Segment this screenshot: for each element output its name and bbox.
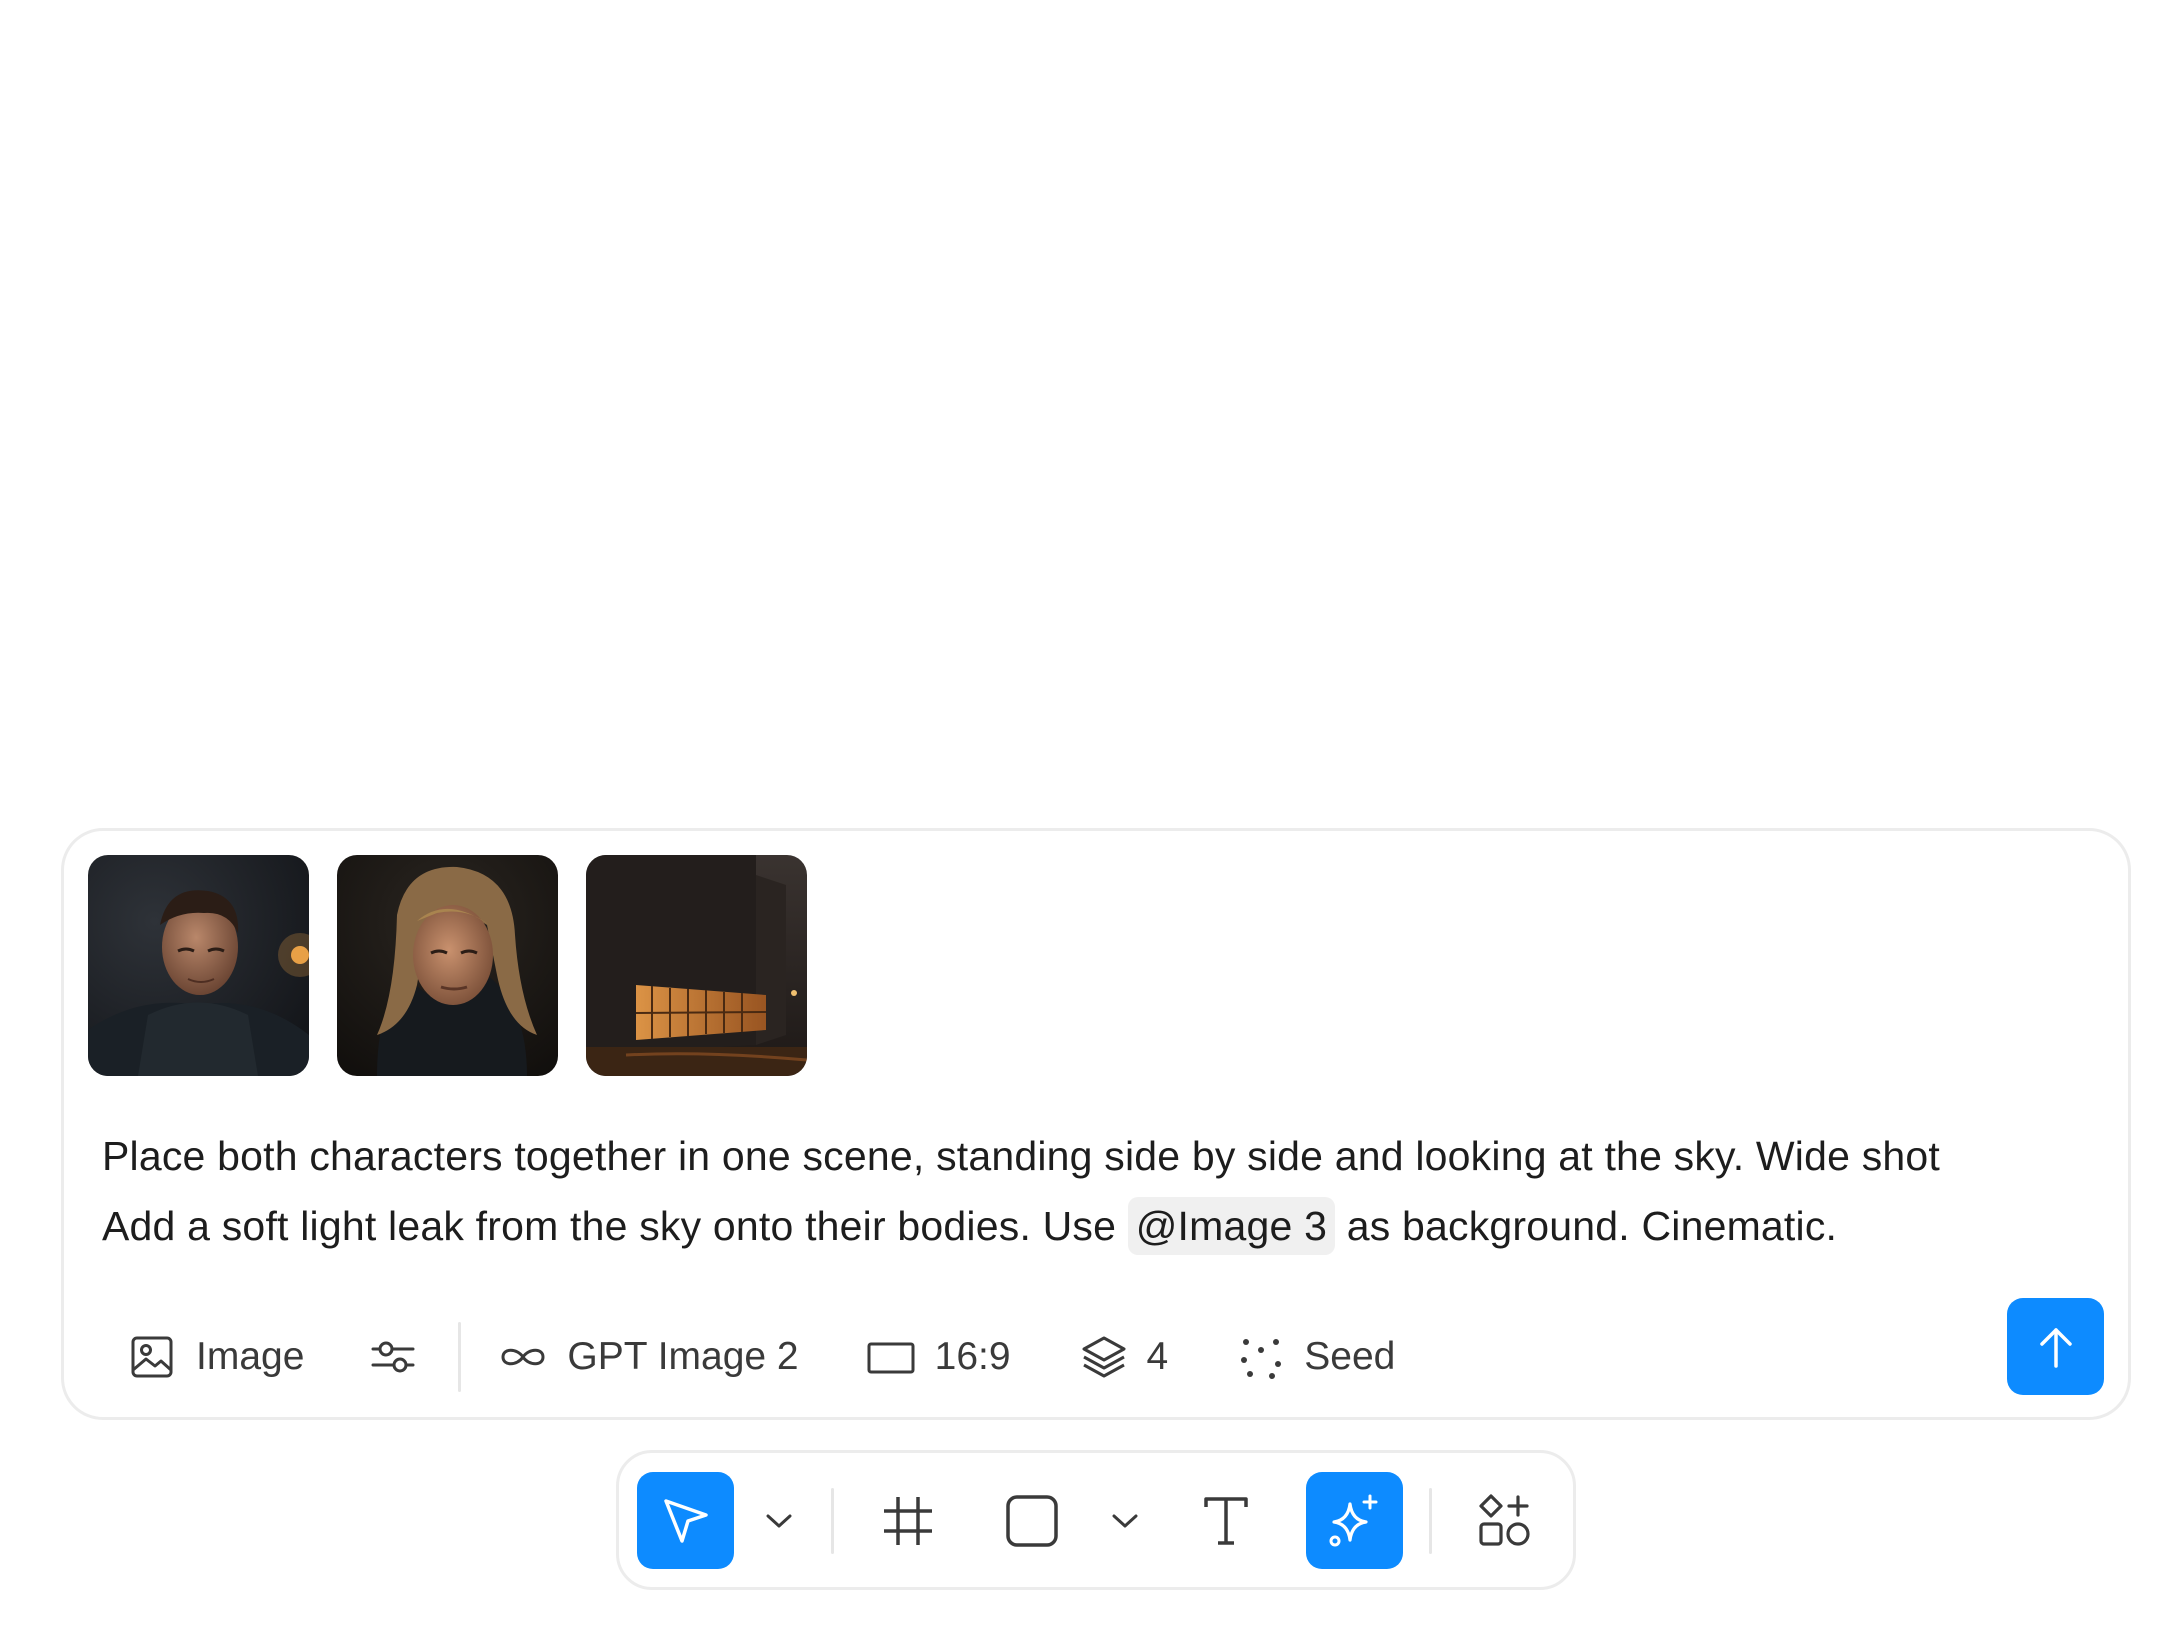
attachment-image-3[interactable] (586, 855, 807, 1076)
image-icon (131, 1336, 173, 1378)
image-mention-chip[interactable]: @Image 3 (1127, 1197, 1336, 1255)
text-icon (1203, 1496, 1248, 1545)
send-button[interactable] (2007, 1298, 2104, 1395)
toolbar-divider (1429, 1488, 1432, 1554)
generation-options: Image GPT Image 2 16:9 4 Seed (112, 1307, 1395, 1407)
image-count-label: 4 (1146, 1335, 1169, 1378)
man-portrait-image (88, 855, 309, 1076)
frame-tool-button[interactable] (859, 1472, 956, 1569)
infinity-icon (501, 1348, 545, 1366)
prompt-line-2: Add a soft light leak from the sky onto … (102, 1191, 2112, 1261)
options-divider (458, 1322, 462, 1392)
image-count-select[interactable]: 4 (1079, 1317, 1169, 1397)
select-tool-button[interactable] (637, 1472, 734, 1569)
rectangle-icon (867, 1342, 915, 1374)
sparkle-icon (1329, 1494, 1377, 1546)
cursor-icon (663, 1498, 708, 1543)
chevron-down-icon (766, 1514, 792, 1527)
model-label: GPT Image 2 (567, 1335, 799, 1378)
dots-icon (1241, 1339, 1282, 1379)
prompt-line-1: Place both characters together in one sc… (102, 1133, 1940, 1179)
attachment-thumbnails (88, 855, 807, 1076)
shape-tool-button[interactable] (983, 1472, 1080, 1569)
prompt-text-segment: Add a soft light leak from the sky onto … (102, 1203, 1128, 1249)
image-option-label: Image (196, 1335, 305, 1378)
chevron-down-icon (1112, 1514, 1138, 1527)
canvas[interactable]: Place both characters together in one sc… (0, 0, 2181, 1634)
prompt-panel: Place both characters together in one sc… (61, 828, 2131, 1420)
seed-label: Seed (1304, 1335, 1396, 1378)
layers-icon (1082, 1336, 1126, 1378)
prompt-input[interactable]: Place both characters together in one sc… (102, 1121, 2112, 1261)
model-select[interactable]: GPT Image 2 (497, 1317, 799, 1397)
aspect-ratio-select[interactable]: 16:9 (865, 1317, 1011, 1397)
arrow-up-icon (2039, 1327, 2072, 1368)
hash-icon (883, 1496, 932, 1545)
image-option-button[interactable]: Image (128, 1317, 304, 1397)
canvas-toolbar (616, 1450, 1576, 1590)
prompt-text-segment: as background. Cinematic. (1335, 1203, 1838, 1249)
sliders-icon (371, 1341, 415, 1373)
seed-option[interactable]: Seed (1236, 1317, 1395, 1397)
select-tool-dropdown[interactable] (754, 1472, 804, 1569)
building-background-image (586, 855, 807, 1076)
attachment-image-1[interactable] (88, 855, 309, 1076)
shapes-plus-icon (1478, 1493, 1530, 1546)
settings-button[interactable] (368, 1317, 418, 1397)
woman-portrait-image (337, 855, 558, 1076)
text-tool-button[interactable] (1177, 1472, 1274, 1569)
attachment-image-2[interactable] (337, 855, 558, 1076)
components-tool-button[interactable] (1456, 1472, 1553, 1569)
square-icon (1005, 1494, 1058, 1547)
shape-tool-dropdown[interactable] (1100, 1472, 1150, 1569)
ai-generate-tool-button[interactable] (1306, 1472, 1403, 1569)
toolbar-divider (831, 1488, 834, 1554)
aspect-ratio-label: 16:9 (934, 1335, 1011, 1378)
